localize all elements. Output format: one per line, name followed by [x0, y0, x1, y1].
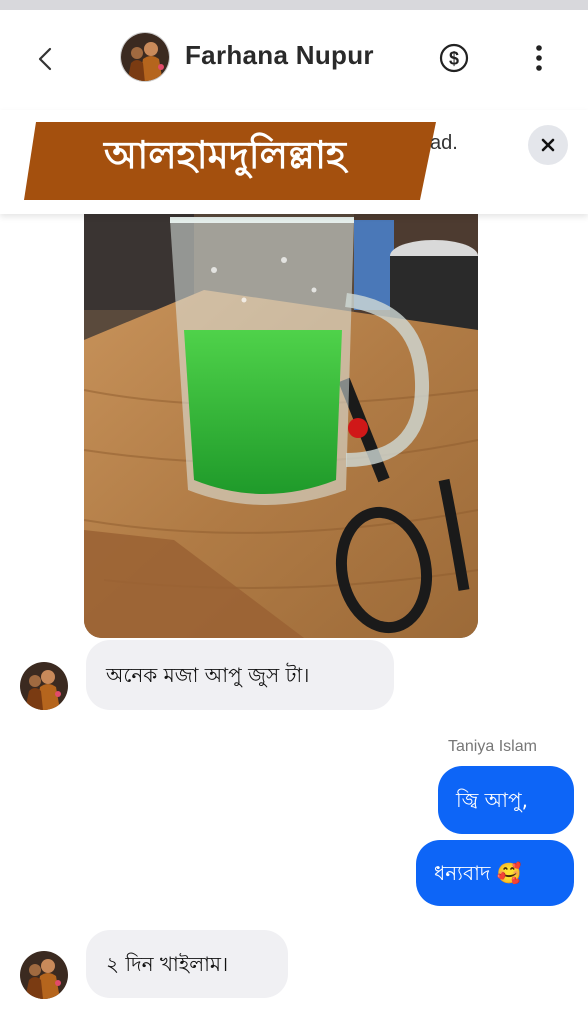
chevron-left-icon [38, 47, 52, 71]
outgoing-message[interactable]: ধন্যবাদ 🥰 [416, 840, 574, 906]
outgoing-message[interactable]: জ্বি আপু, [438, 766, 574, 834]
contact-avatar[interactable] [120, 32, 170, 82]
photo-message[interactable] [84, 190, 478, 638]
photo-image [84, 190, 478, 638]
overlay-banner: আলহামদুলিল্লাহ ad. [0, 110, 588, 214]
more-vertical-icon [536, 45, 542, 71]
banner-ad-label: ad. [430, 132, 458, 154]
sender-name-label: Taniya Islam [448, 738, 537, 755]
banner-close-button[interactable] [528, 125, 568, 165]
banner-headline: আলহামদুলিল্লাহ [104, 133, 346, 177]
dollar-circle-icon: $ [439, 43, 469, 73]
back-button[interactable] [30, 44, 60, 74]
chat-header: Farhana Nupur $ [0, 10, 588, 110]
more-options-button[interactable] [524, 42, 554, 74]
payment-button[interactable]: $ [438, 42, 470, 74]
close-icon [541, 138, 555, 152]
status-strip [0, 0, 588, 10]
svg-text:$: $ [449, 49, 459, 69]
sender-avatar[interactable] [20, 951, 68, 999]
contact-name[interactable]: Farhana Nupur [185, 40, 374, 71]
sender-avatar[interactable] [20, 662, 68, 710]
incoming-message[interactable]: ২ দিন খাইলাম। [86, 930, 288, 998]
incoming-message[interactable]: অনেক মজা আপু জুস টা। [86, 640, 394, 710]
